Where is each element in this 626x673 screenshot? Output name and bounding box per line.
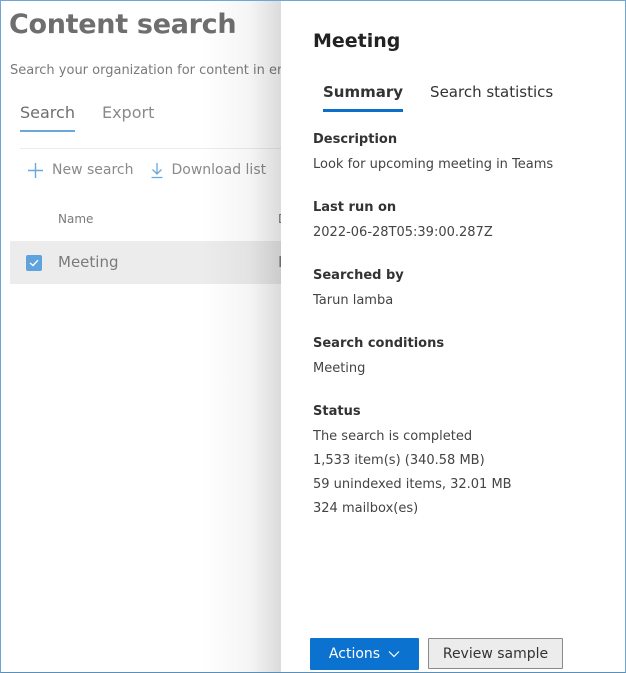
table-row[interactable]: Meeting L <box>10 241 300 284</box>
page-tabs: Search Export <box>20 103 154 132</box>
new-search-label: New search <box>52 162 134 178</box>
panel-shadow <box>201 1 281 672</box>
review-sample-button[interactable]: Review sample <box>428 638 563 669</box>
chevron-down-icon <box>388 651 400 658</box>
column-header-name[interactable]: Name <box>58 212 93 226</box>
search-conditions-section: Search conditions Meeting <box>313 336 444 381</box>
last-run-label: Last run on <box>313 200 397 215</box>
last-run-value: 2022-06-28T05:39:00.287Z <box>313 225 493 240</box>
searched-by-value: Tarun lamba <box>313 293 394 308</box>
tab-export[interactable]: Export <box>102 103 154 131</box>
panel-title: Meeting <box>313 30 401 52</box>
download-icon <box>151 162 162 178</box>
page-title: Content search <box>9 9 237 40</box>
status-label: Status <box>313 404 361 419</box>
download-list-label: Download list <box>171 162 267 178</box>
content-search-page: Content search Search your organization … <box>1 1 302 672</box>
description-section: Description Look for upcoming meeting in… <box>313 132 553 177</box>
searched-by-label: Searched by <box>313 268 404 283</box>
page-subtitle: Search your organization for content in … <box>10 63 302 78</box>
tab-search[interactable]: Search <box>20 103 75 132</box>
last-run-section: Last run on 2022-06-28T05:39:00.287Z <box>313 200 493 245</box>
tabs-divider <box>20 148 290 149</box>
tab-summary[interactable]: Summary <box>323 83 404 112</box>
checkmark-icon <box>29 259 39 267</box>
panel-footer: Actions Review sample <box>310 638 563 670</box>
search-conditions-label: Search conditions <box>313 336 445 351</box>
searched-by-section: Searched by Tarun lamba <box>313 268 404 313</box>
plus-icon <box>28 162 43 178</box>
tab-search-statistics[interactable]: Search statistics <box>430 83 553 110</box>
details-panel: Meeting Summary Search statistics Descri… <box>281 1 625 672</box>
status-mailboxes: 324 mailbox(es) <box>313 501 419 516</box>
status-unindexed: 59 unindexed items, 32.01 MB <box>313 477 512 492</box>
row-name: Meeting <box>58 253 119 271</box>
row-checkbox[interactable] <box>26 255 42 271</box>
window-frame: Content search Search your organization … <box>0 0 626 673</box>
status-line: The search is completed <box>313 429 473 444</box>
download-list-button[interactable]: Download list <box>150 162 267 179</box>
actions-label: Actions <box>328 646 381 662</box>
panel-tabs: Summary Search statistics <box>323 83 553 112</box>
status-section: Status The search is completed 1,533 ite… <box>313 404 512 521</box>
toolbar: New search Download list <box>27 161 324 179</box>
status-items-count: 1,533 item(s) (340.58 MB) <box>313 453 485 468</box>
new-search-button[interactable]: New search <box>27 162 134 179</box>
description-value: Look for upcoming meeting in Teams <box>313 157 554 172</box>
search-conditions-value: Meeting <box>313 361 366 376</box>
actions-button[interactable]: Actions <box>310 638 419 670</box>
description-label: Description <box>313 132 398 147</box>
